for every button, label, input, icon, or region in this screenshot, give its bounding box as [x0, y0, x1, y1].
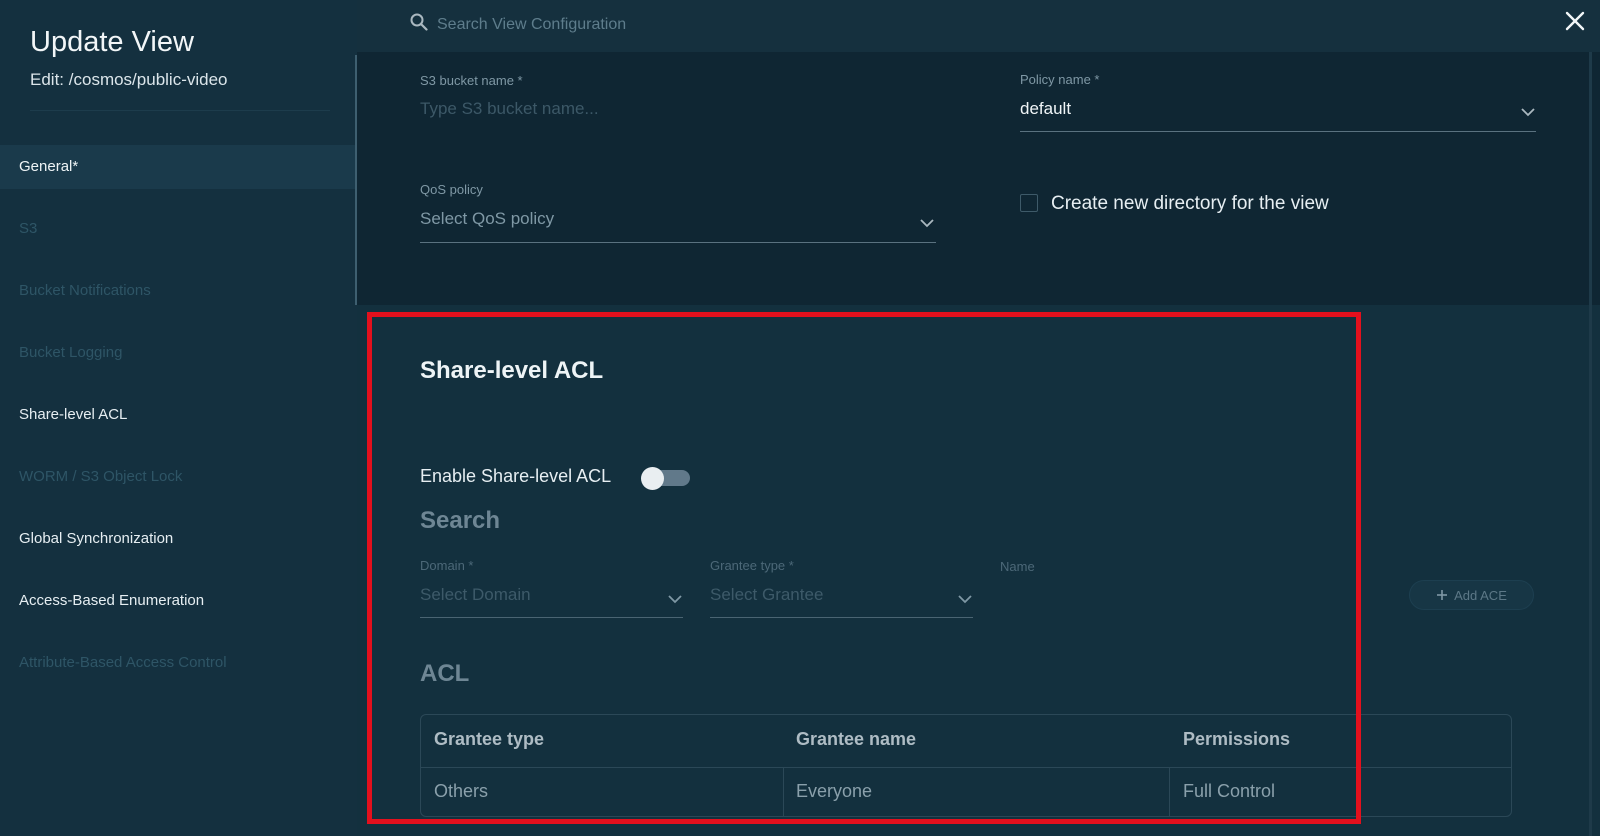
edit-path-value: /cosmos/public-video — [68, 70, 228, 89]
search-icon — [410, 13, 428, 31]
sidebar-item-global-synchronization[interactable]: Global Synchronization — [0, 517, 355, 561]
sidebar-item-access-based-enumeration[interactable]: Access-Based Enumeration — [0, 579, 355, 623]
scrollbar[interactable] — [1589, 52, 1592, 836]
edit-path: Edit: /cosmos/public-video — [30, 70, 228, 90]
search-heading: Search — [420, 507, 501, 534]
enable-acl-label: Enable Share-level ACL — [420, 466, 612, 486]
create-directory-checkbox[interactable] — [1020, 194, 1038, 212]
sidebar-item-general[interactable]: General* — [0, 145, 355, 189]
add-ace-button[interactable]: Add ACE — [1409, 580, 1534, 610]
table-cell: Everyone — [796, 781, 873, 801]
create-directory-label: Create new directory for the view — [1051, 193, 1329, 214]
name-label: Name — [1000, 559, 1035, 574]
toggle-knob[interactable] — [641, 467, 664, 490]
sidebar-item-s3[interactable]: S3 — [0, 207, 355, 251]
sidebar-item-share-level-acl[interactable]: Share-level ACL — [0, 393, 355, 437]
table-column-divider — [1169, 767, 1170, 817]
sidebar-item-bucket-logging[interactable]: Bucket Logging — [0, 331, 355, 375]
qos-policy-label: QoS policy — [420, 182, 483, 197]
domain-label: Domain * — [420, 558, 474, 573]
sidebar-item-worm-object-lock[interactable]: WORM / S3 Object Lock — [0, 455, 355, 499]
grantee-type-label: Grantee type * — [710, 558, 794, 573]
table-header: Grantee type — [434, 729, 545, 749]
acl-heading: ACL — [420, 660, 470, 687]
qos-policy-underline — [420, 242, 936, 243]
sidebar: Update View Edit: /cosmos/public-video G… — [0, 0, 355, 836]
close-icon[interactable] — [1562, 8, 1588, 34]
chevron-down-icon[interactable] — [957, 594, 973, 604]
policy-name-underline — [1020, 131, 1536, 132]
edit-prefix: Edit: — [30, 70, 65, 89]
grantee-type-underline — [710, 617, 973, 618]
share-level-acl-title: Share-level ACL — [420, 357, 604, 384]
domain-underline — [420, 617, 683, 618]
chevron-down-icon[interactable] — [1520, 107, 1536, 117]
policy-name-select[interactable]: default — [1020, 99, 1071, 119]
add-ace-label: Add ACE — [1454, 587, 1507, 603]
page-title: Update View — [30, 26, 194, 58]
grantee-type-select[interactable]: Select Grantee — [710, 585, 823, 605]
table-cell: Others — [434, 781, 489, 801]
table-cell: Full Control — [1183, 781, 1276, 801]
sidebar-divider — [30, 110, 330, 111]
qos-policy-select[interactable]: Select QoS policy — [420, 209, 554, 229]
policy-name-label: Policy name * — [1020, 72, 1100, 87]
sidebar-item-abac[interactable]: Attribute-Based Access Control — [0, 641, 355, 685]
table-header: Permissions — [1183, 729, 1291, 749]
table-column-divider — [783, 767, 784, 817]
table-header: Grantee name — [796, 729, 917, 749]
search-input[interactable] — [435, 10, 839, 40]
domain-select[interactable]: Select Domain — [420, 585, 531, 605]
plus-icon — [1437, 590, 1448, 600]
chevron-down-icon[interactable] — [919, 218, 935, 228]
s3-bucket-input[interactable]: Type S3 bucket name... — [420, 99, 599, 119]
general-form-panel — [357, 52, 1600, 305]
acl-table: Grantee type Grantee name Permissions Ot… — [420, 714, 1512, 817]
chevron-down-icon[interactable] — [667, 594, 683, 604]
table-divider — [421, 767, 1511, 768]
sidebar-item-bucket-notifications[interactable]: Bucket Notifications — [0, 269, 355, 313]
s3-bucket-label: S3 bucket name * — [420, 73, 523, 88]
